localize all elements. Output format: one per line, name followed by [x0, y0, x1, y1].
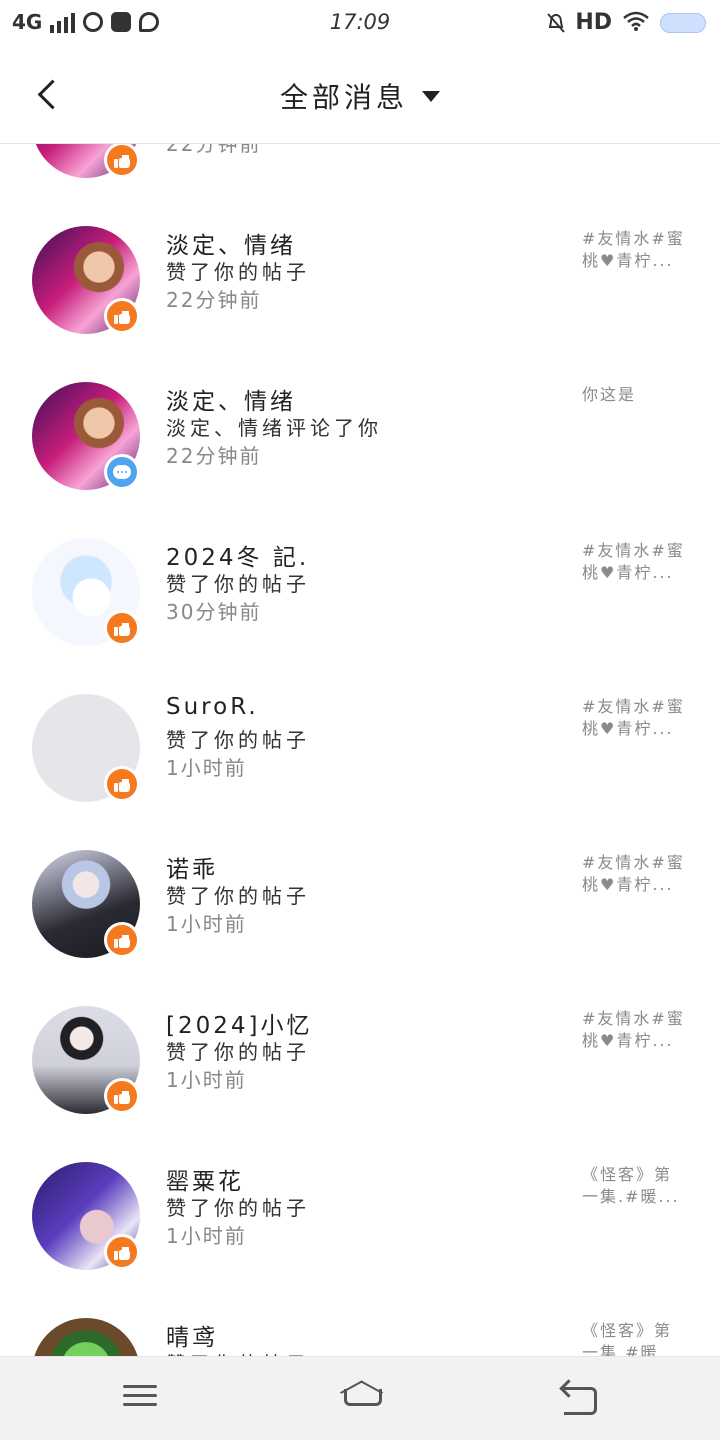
message-action: 赞了你的帖子 — [166, 1040, 310, 1064]
system-back-icon[interactable] — [558, 1379, 602, 1419]
preview-line: 桃♥青柠... — [582, 251, 674, 270]
message-action: 赞了你的帖子 — [166, 260, 310, 284]
top-app-bar: 全部消息 — [0, 48, 720, 144]
message-time: 1小时前 — [166, 756, 247, 780]
user-name[interactable]: 诺乖 — [166, 850, 218, 884]
message-action: 赞了你的帖子 — [166, 884, 310, 908]
post-preview[interactable]: 《怪客》第 一集.#暖... — [582, 1164, 688, 1208]
like-badge-icon — [104, 1078, 140, 1114]
list-item[interactable]: 淡定、情绪 淡定、情绪评论了你 22分钟前 你这是 — [0, 382, 720, 538]
message-action: 淡定、情绪评论了你 — [166, 416, 382, 440]
preview-line: 桃♥青柠... — [582, 1031, 674, 1050]
preview-line: 《怪客》第 — [582, 1321, 673, 1340]
like-badge-icon — [104, 298, 140, 334]
status-right: HD — [547, 10, 706, 35]
preview-line: #友情水#蜜 — [582, 541, 685, 560]
user-name[interactable]: SuroR. — [166, 694, 259, 720]
message-action: 赞了你的帖子 — [166, 728, 310, 752]
wifi-icon — [622, 11, 650, 35]
like-badge-icon — [104, 1234, 140, 1270]
comment-badge-icon — [104, 454, 140, 490]
user-name[interactable]: 淡定、情绪 — [166, 226, 296, 260]
message-time: 1小时前 — [166, 1224, 247, 1248]
dropdown-arrow-icon — [422, 90, 440, 102]
like-badge-icon — [104, 922, 140, 958]
user-name[interactable]: 淡定、情绪 — [166, 382, 296, 416]
page-title: 全部消息 — [279, 81, 408, 114]
post-preview[interactable]: #友情水#蜜 桃♥青柠... — [582, 852, 688, 896]
list-item[interactable]: SuroR. 赞了你的帖子 1小时前 #友情水#蜜 桃♥青柠... — [0, 694, 720, 850]
like-badge-icon — [104, 610, 140, 646]
preview-line: 《怪客》第 — [582, 1165, 673, 1184]
list-item[interactable]: [2024]小忆 赞了你的帖子 1小时前 #友情水#蜜 桃♥青柠... — [0, 1006, 720, 1162]
list-item[interactable]: 罂粟花 赞了你的帖子 1小时前 《怪客》第 一集.#暖... — [0, 1162, 720, 1318]
hd-indicator: HD — [575, 10, 612, 35]
message-time: 22分钟前 — [166, 444, 262, 468]
message-time: 30分钟前 — [166, 600, 262, 624]
message-time: 1小时前 — [166, 1068, 247, 1092]
battery-icon — [660, 12, 706, 33]
user-name[interactable]: 晴鸢 — [166, 1318, 218, 1352]
preview-line: #友情水#蜜 — [582, 1009, 685, 1028]
preview-line: 你这是 — [582, 385, 637, 404]
preview-line: #友情水#蜜 — [582, 853, 685, 872]
menu-icon[interactable] — [118, 1379, 162, 1419]
post-preview[interactable]: #友情水#蜜 桃♥青柠... — [582, 696, 688, 740]
list-item[interactable]: 诺乖 赞了你的帖子 1小时前 #友情水#蜜 桃♥青柠... — [0, 850, 720, 1006]
preview-line: 桃♥青柠... — [582, 875, 674, 894]
post-preview[interactable]: #友情水#蜜 桃♥青柠... — [582, 228, 688, 272]
like-badge-icon — [104, 766, 140, 802]
post-preview[interactable]: #友情水#蜜 桃♥青柠... — [582, 1008, 688, 1052]
message-action: 赞了你的帖子 — [166, 572, 310, 596]
preview-line: 一集.#暖... — [582, 1187, 680, 1206]
status-bar: 4G 17:09 HD — [0, 0, 720, 48]
post-preview[interactable]: 你这是 — [582, 384, 688, 406]
message-action: 赞了你的帖子 — [166, 1196, 310, 1220]
message-filter-dropdown[interactable]: 全部消息 — [0, 76, 720, 116]
home-icon[interactable] — [338, 1379, 382, 1419]
preview-line: #友情水#蜜 — [582, 229, 685, 248]
post-preview[interactable]: #友情水#蜜 桃♥青柠... — [582, 540, 688, 584]
message-time: 22分钟前 — [166, 288, 262, 312]
user-name[interactable]: [2024]小忆 — [166, 1006, 312, 1040]
list-item[interactable]: 淡定、情绪 赞了你的帖子 22分钟前 #友情水#蜜 桃♥青柠... — [0, 226, 720, 382]
user-name[interactable]: 2024冬 記. — [166, 538, 309, 572]
user-name[interactable]: 罂粟花 — [166, 1162, 244, 1196]
message-time: 1小时前 — [166, 912, 247, 936]
preview-line: 桃♥青柠... — [582, 719, 674, 738]
list-item[interactable]: 2024冬 記. 赞了你的帖子 30分钟前 #友情水#蜜 桃♥青柠... — [0, 538, 720, 694]
mute-bell-icon — [547, 12, 566, 33]
system-nav-bar — [0, 1356, 720, 1440]
like-badge-icon — [104, 142, 140, 178]
preview-line: 桃♥青柠... — [582, 563, 674, 582]
preview-line: #友情水#蜜 — [582, 697, 685, 716]
